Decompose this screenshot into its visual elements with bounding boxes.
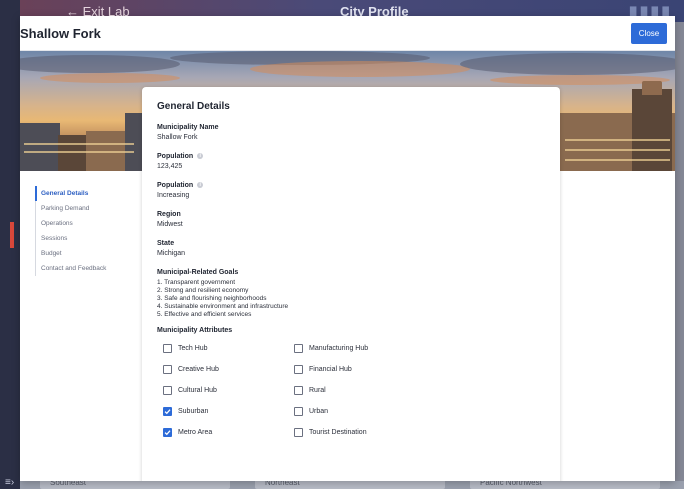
info-icon[interactable]: i: [197, 153, 204, 159]
goals-label: Municipal-Related Goals: [157, 268, 239, 276]
field-label: Municipality Name: [157, 123, 219, 131]
close-button[interactable]: Close: [631, 23, 667, 44]
population-trend-field: Population i Increasing: [157, 180, 545, 201]
nav-general-details[interactable]: General Details: [35, 186, 145, 201]
list-item: 1. Transparent government: [157, 279, 236, 286]
card-title: General Details: [157, 101, 230, 112]
background-left-rail: ≡›: [0, 0, 20, 489]
modal-header: Shallow Fork Close: [20, 16, 675, 51]
nav-contact-and-feedback[interactable]: Contact and Feedback: [35, 261, 145, 276]
field-label: Region: [157, 210, 181, 218]
attribute-suburban[interactable]: Suburban: [163, 406, 294, 416]
background-card-row: Southeast Northeast Pacific Northwest: [20, 478, 684, 489]
attribute-financial-hub[interactable]: Financial Hub: [294, 364, 434, 374]
field-label: Population: [157, 181, 194, 189]
checkbox[interactable]: [163, 364, 172, 374]
list-item: 5. Effective and efficient services: [157, 311, 252, 318]
attribute-label: Tourist Destination: [309, 428, 367, 436]
attribute-creative-hub[interactable]: Creative Hub: [163, 364, 294, 374]
list-item: 3. Safe and flourishing neighborhoods: [157, 295, 267, 302]
checkbox[interactable]: [294, 364, 303, 374]
attribute-label: Metro Area: [178, 428, 213, 436]
population-field: Population i 123,425: [157, 151, 545, 172]
list-item: 2. Strong and resilient economy: [157, 287, 249, 294]
attribute-label: Manufacturing Hub: [309, 344, 369, 352]
attribute-label: Creative Hub: [178, 365, 219, 373]
checkbox[interactable]: [163, 406, 172, 416]
attribute-tourist-destination[interactable]: Tourist Destination: [294, 427, 434, 437]
checkbox[interactable]: [163, 343, 172, 353]
attribute-tech-hub[interactable]: Tech Hub: [163, 343, 294, 353]
field-value: Increasing: [157, 192, 190, 199]
section-nav: General Details Parking Demand Operation…: [35, 186, 145, 276]
field-value: Midwest: [157, 221, 183, 228]
attribute-label: Rural: [309, 386, 326, 394]
region-field: Region Midwest: [157, 209, 545, 230]
nav-budget[interactable]: Budget: [35, 246, 145, 261]
nav-sessions[interactable]: Sessions: [35, 231, 145, 246]
list-item: 4. Sustainable environment and infrastru…: [157, 303, 289, 310]
info-icon[interactable]: i: [197, 182, 204, 188]
checkbox[interactable]: [294, 343, 303, 353]
attribute-label: Urban: [309, 407, 329, 415]
checkbox[interactable]: [294, 406, 303, 416]
attribute-manufacturing-hub[interactable]: Manufacturing Hub: [294, 343, 434, 353]
attribute-label: Financial Hub: [309, 365, 352, 373]
attribute-cultural-hub[interactable]: Cultural Hub: [163, 385, 294, 395]
attribute-label: Tech Hub: [178, 344, 208, 352]
field-label: State: [157, 239, 175, 247]
nav-operations[interactable]: Operations: [35, 216, 145, 231]
field-value: 123,425: [157, 163, 183, 170]
attributes-label: Municipality Attributes: [157, 327, 233, 334]
municipality-name-field: Municipality Name Shallow Fork: [157, 122, 545, 143]
background-rail-accent: [10, 222, 14, 248]
modal-title: Shallow Fork: [20, 26, 101, 41]
attribute-rural[interactable]: Rural: [294, 385, 434, 395]
checkbox[interactable]: [163, 385, 172, 395]
goals-list: 1. Transparent government 2. Strong and …: [157, 279, 545, 319]
checkbox[interactable]: [163, 427, 172, 437]
field-value: Michigan: [157, 250, 186, 257]
attributes-grid: Tech Hub Manufacturing Hub Creative Hub …: [157, 343, 545, 437]
checkbox[interactable]: [294, 385, 303, 395]
expand-menu-icon[interactable]: ≡›: [5, 477, 14, 488]
field-value: Shallow Fork: [157, 134, 198, 141]
attribute-urban[interactable]: Urban: [294, 406, 434, 416]
field-label: Population: [157, 152, 194, 160]
nav-parking-demand[interactable]: Parking Demand: [35, 201, 145, 216]
attribute-metro-area[interactable]: Metro Area: [163, 427, 294, 437]
state-field: State Michigan: [157, 238, 545, 259]
attribute-label: Suburban: [178, 407, 209, 415]
general-details-card: General Details Municipality Name Shallo…: [142, 87, 560, 481]
city-profile-modal: Shallow Fork Close General Details Parki…: [20, 16, 675, 481]
checkbox[interactable]: [294, 427, 303, 437]
attribute-label: Cultural Hub: [178, 386, 217, 394]
